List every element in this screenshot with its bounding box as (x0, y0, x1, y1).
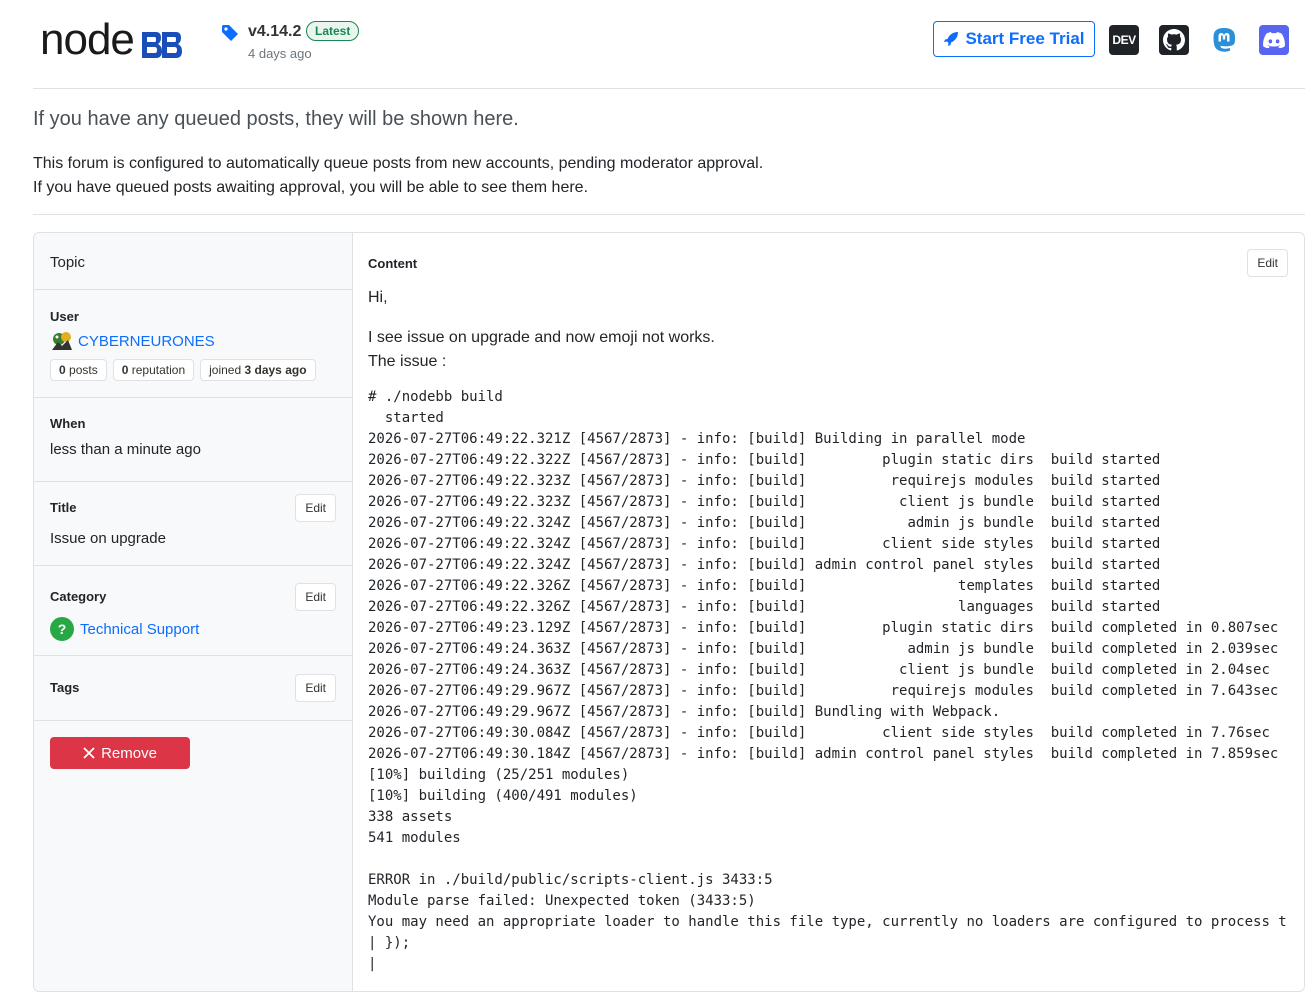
post-meta-panel: Topic User CYBERNEURONES 0 posts 0 reput… (34, 233, 353, 991)
topic-label: Topic (50, 254, 86, 271)
mastodon-icon[interactable] (1209, 25, 1239, 55)
reputation-badge: 0 reputation (112, 359, 195, 381)
post-body-line-1: I see issue on upgrade and now emoji not… (368, 329, 715, 346)
queued-post-card: Topic User CYBERNEURONES 0 posts 0 reput… (33, 232, 1305, 992)
category-label: Category (50, 589, 107, 604)
header-divider (33, 88, 1305, 89)
user-avatar (52, 332, 72, 350)
version-label[interactable]: v4.14.2 (248, 23, 301, 41)
topic-section: Topic (34, 233, 352, 290)
edit-title-button[interactable]: Edit (295, 494, 336, 522)
post-content-panel: Content Edit Hi, I see issue on upgrade … (352, 233, 1304, 991)
posts-badge: 0 posts (50, 359, 107, 381)
tags-label: Tags (50, 680, 80, 695)
category-link[interactable]: ? Technical Support (50, 617, 199, 641)
when-label: When (50, 416, 86, 431)
category-section (34, 566, 352, 656)
post-body-line-2: The issue : (368, 353, 447, 370)
build-log-code-block: # ./nodebb build started 2026-07-27T06:4… (368, 389, 1288, 972)
release-age: 4 days ago (248, 46, 312, 61)
edit-tags-button[interactable]: Edit (295, 674, 336, 702)
rocket-icon (944, 32, 959, 46)
edit-category-button[interactable]: Edit (295, 583, 336, 611)
when-value: less than a minute ago (50, 441, 201, 458)
latest-badge: Latest (306, 21, 360, 41)
post-greeting: Hi, (368, 289, 388, 306)
queue-info: This forum is configured to automaticall… (33, 152, 763, 200)
user-label: User (50, 309, 79, 324)
close-icon (83, 747, 95, 759)
content-label: Content (368, 256, 418, 271)
discord-icon[interactable] (1259, 25, 1289, 55)
edit-content-button[interactable]: Edit (1247, 249, 1288, 277)
queue-info-line-2: If you have queued posts awaiting approv… (33, 179, 589, 196)
category-value: Technical Support (80, 620, 200, 638)
remove-button[interactable]: Remove (50, 737, 190, 769)
joined-badge: joined 3 days ago (200, 359, 316, 381)
queue-lead-text: If you have any queued posts, they will … (33, 108, 519, 130)
when-section (34, 398, 352, 482)
user-link[interactable]: CYBERNEURONES (50, 330, 215, 352)
remove-label: Remove (101, 744, 157, 762)
question-icon: ? (50, 617, 74, 641)
nodebb-logo[interactable]: node (40, 18, 184, 62)
start-free-trial-button[interactable]: Start Free Trial (933, 21, 1095, 57)
logo-bb-mark (141, 32, 182, 58)
queue-info-line-1: This forum is configured to automaticall… (33, 155, 764, 172)
tag-icon (222, 25, 238, 41)
title-value: Issue on upgrade (50, 530, 166, 547)
trial-label: Start Free Trial (965, 29, 1085, 48)
dev-icon[interactable]: DEV (1109, 25, 1139, 55)
username: CYBERNEURONES (78, 332, 215, 350)
user-stats: 0 posts 0 reputation joined 3 days ago (50, 359, 316, 381)
logo-text: node (40, 15, 135, 64)
title-label: Title (50, 500, 77, 515)
site-header: node v4.14.2 Latest 4 days ago Start Fre… (0, 0, 1312, 88)
github-icon[interactable] (1159, 25, 1189, 55)
notice-divider (33, 214, 1305, 215)
